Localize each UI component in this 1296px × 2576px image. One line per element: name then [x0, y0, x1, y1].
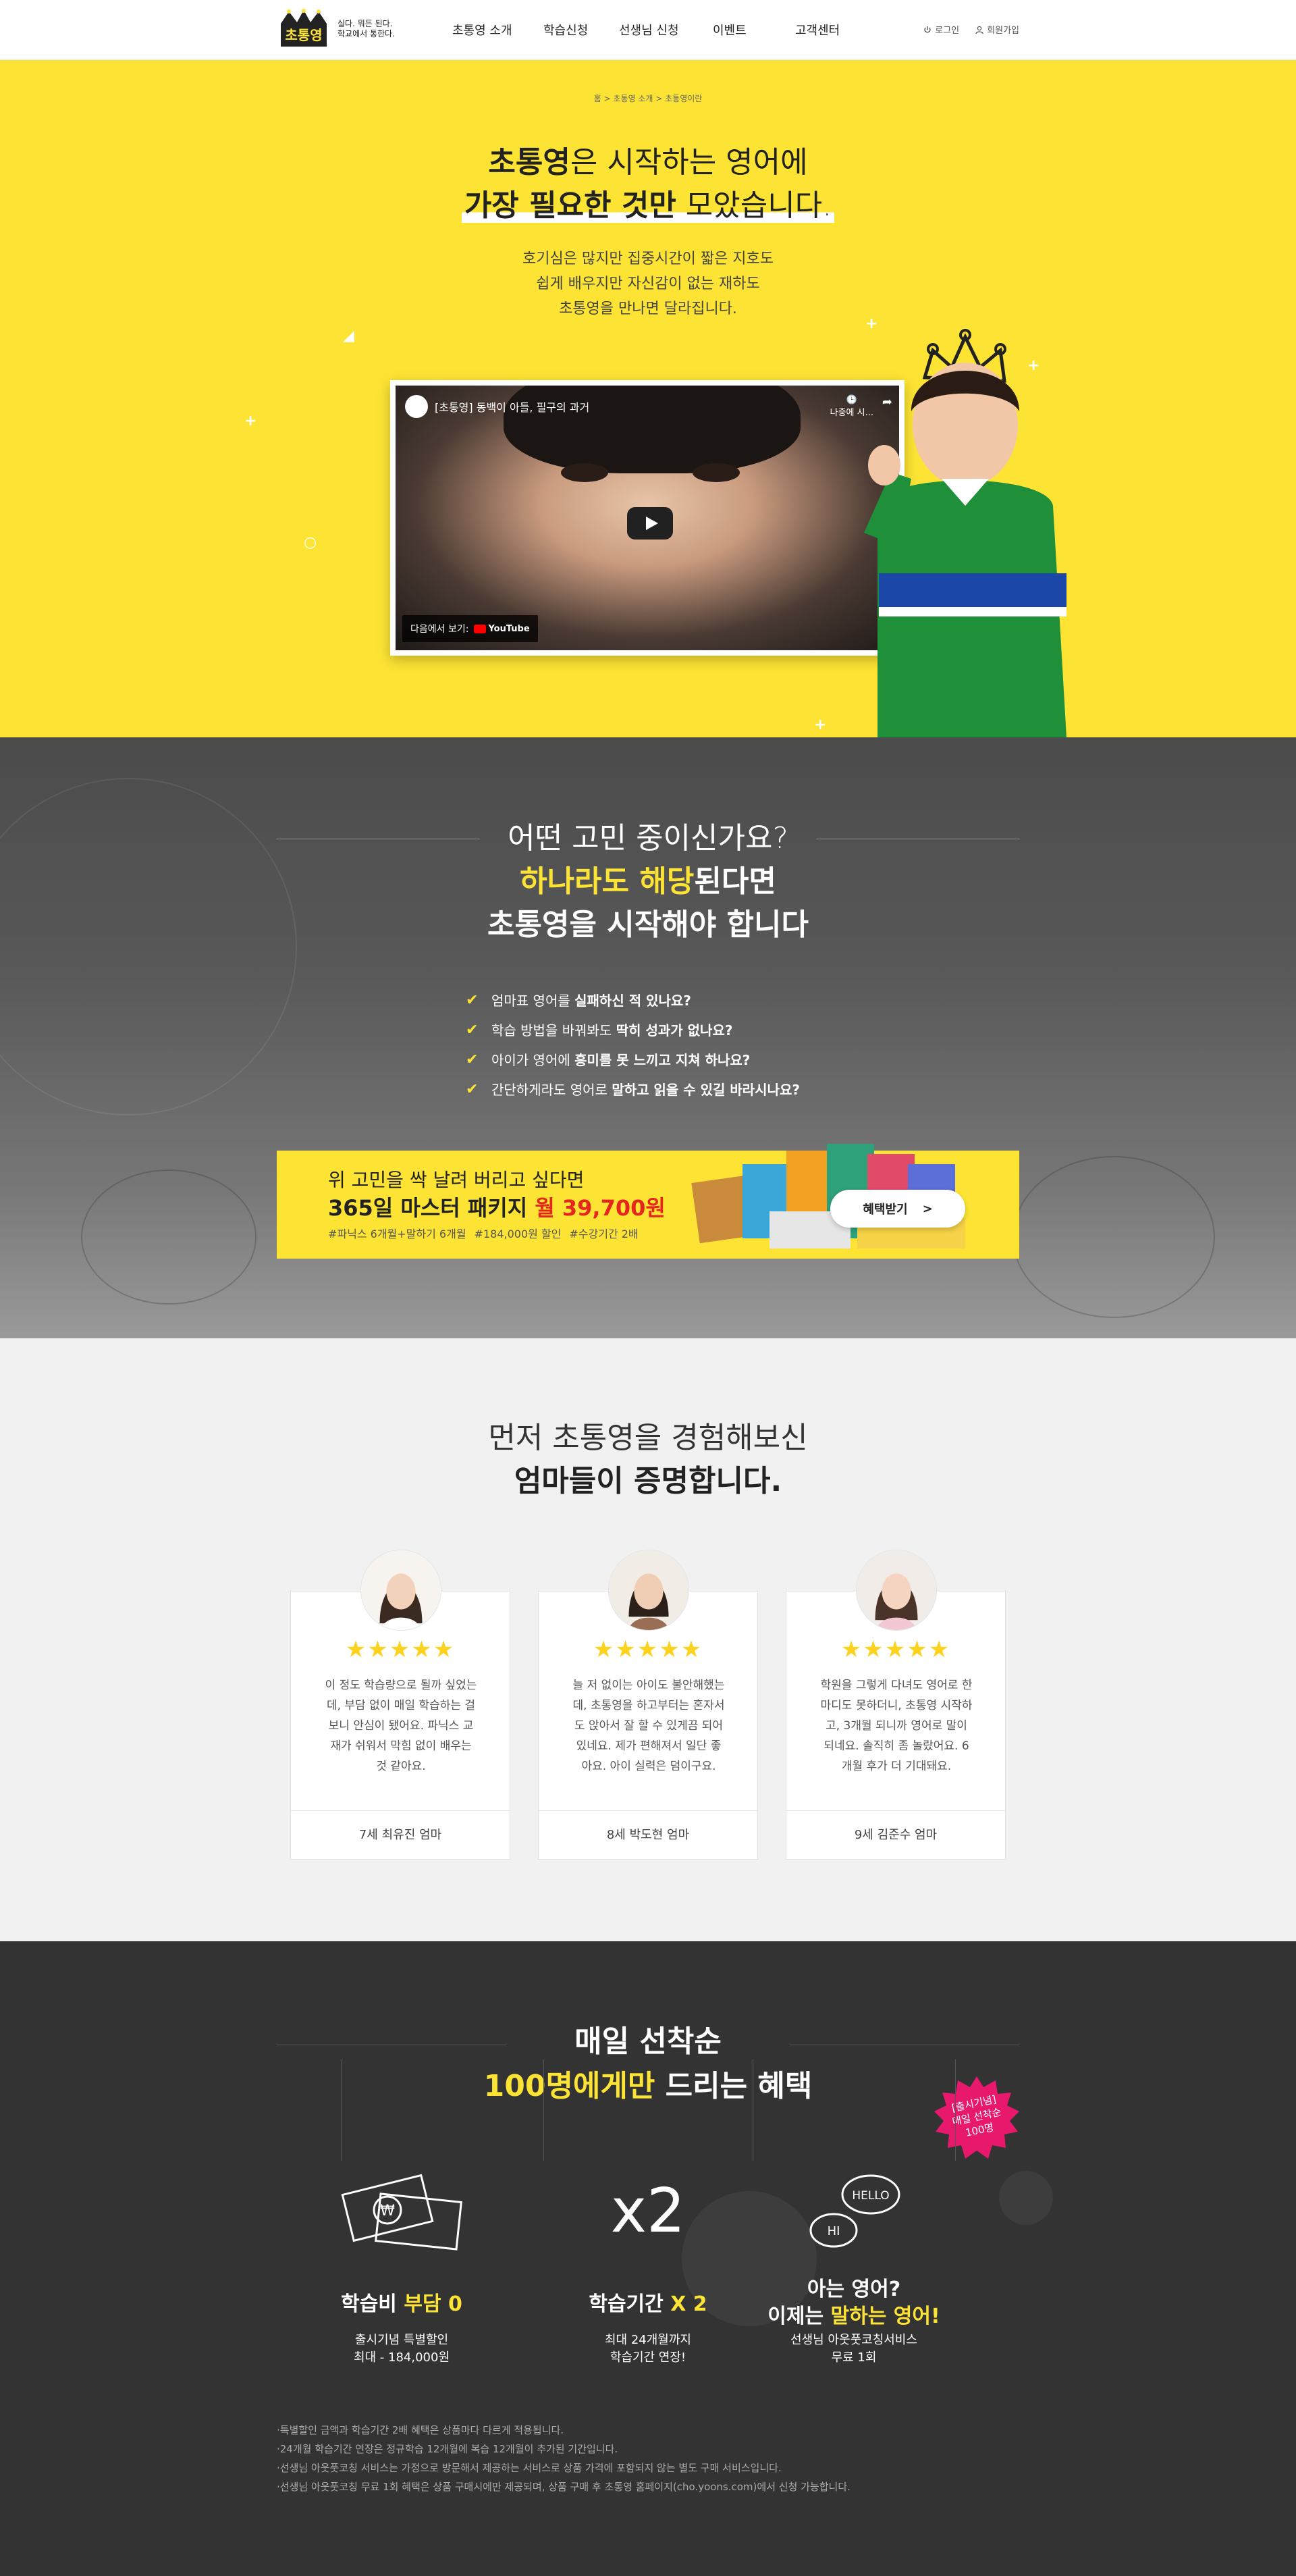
triangle-deco-icon: ◢ — [343, 327, 354, 344]
promo-package-price: 365일 마스터 패키지 월 39,700원 — [328, 1195, 666, 1221]
hero-description: 호기심은 많지만 집중시간이 짧은 지호도 쉽게 배우지만 자신감이 없는 재하… — [522, 251, 774, 317]
benefit-title: 아는 영어? 이제는 말하는 영어! — [767, 2278, 940, 2328]
check-icon: ✔ — [466, 1051, 479, 1068]
video-title[interactable]: [초통영] 동백이 아들, 필구의 과거 — [435, 398, 589, 415]
nav-teacher[interactable]: 선생님 신청 — [619, 21, 679, 38]
avatar — [856, 1550, 937, 1631]
event-title: 매일 선착순 100명에게만 드리는 혜택 — [483, 2024, 813, 2103]
power-icon — [924, 26, 931, 33]
review-author: 8세 박도현 엄마 — [539, 1810, 757, 1859]
breadcrumb-intro[interactable]: 초통영 소개 — [613, 94, 653, 103]
play-button[interactable] — [627, 507, 673, 540]
svg-text:₩: ₩ — [380, 2203, 395, 2219]
problems-title: 어떤 고민 중이신가요? 하나라도 해당된다면 초통영을 시작해야 합니다 — [487, 821, 809, 942]
review-author: 7세 최유진 엄마 — [291, 1810, 510, 1859]
reviews-title: 먼저 초통영을 경험해보신 엄마들이 증명합니다. — [488, 1421, 808, 1498]
package-promo-banner: 위 고민을 싹 날려 버리고 싶다면 365일 마스터 패키지 월 39,700… — [277, 1144, 1019, 1259]
benefit-item: ₩ 학습비 부담 0 출시기념 특별할인 최대 - 184,000원 — [297, 2171, 506, 2365]
x2-icon: x2 — [610, 2176, 686, 2246]
avatar — [608, 1550, 689, 1631]
logo-tagline: 실다. 뭐든 된다. 학교에서 통한다. — [338, 19, 395, 38]
rating-stars: ★★★★★ — [840, 1636, 951, 1663]
nav-support[interactable]: 고객센터 — [795, 21, 840, 38]
benefit-separator — [543, 2059, 544, 2161]
svg-text:HELLO: HELLO — [852, 2189, 889, 2203]
user-utility: 로그인 회원가입 — [923, 23, 1019, 36]
site-header: 초통영 실다. 뭐든 된다. 학교에서 통한다. 초통영 소개 학습신청 선생님… — [0, 0, 1296, 59]
speech-bubbles-icon: HELLO HI — [809, 2174, 900, 2248]
get-benefit-button[interactable]: 혜택받기 > — [830, 1190, 965, 1228]
benefit-desc: 출시기념 특별할인 최대 - 184,000원 — [353, 2333, 450, 2365]
benefit-separator — [341, 2059, 342, 2161]
breadcrumb-current: 초통영이란 — [665, 94, 703, 103]
nav-apply[interactable]: 학습신청 — [543, 21, 588, 38]
hero-section: 홈 > 초통영 소개 > 초통영이란 초통영은 시작하는 영어에 가장 필요한 … — [0, 60, 1296, 737]
sparkle-icon: + — [244, 413, 257, 429]
signup-link[interactable]: 회원가입 — [975, 23, 1019, 36]
list-item: ✔ 학습 방법을 바꿔봐도 딱히 성과가 없나요? — [466, 1016, 800, 1045]
thumbnail-eye — [561, 463, 608, 482]
logo-text: 초통영 — [285, 27, 322, 43]
benefit-item: HELLO HI 아는 영어? 이제는 말하는 영어! 선생님 아웃풋코칭서비스… — [749, 2171, 959, 2365]
rating-stars: ★★★★★ — [345, 1636, 456, 1663]
nav-intro[interactable]: 초통영 소개 — [452, 21, 512, 38]
list-item: ✔ 간단하게라도 영어로 말하고 읽을 수 있길 바라시나요? — [466, 1075, 800, 1105]
nav-event[interactable]: 이벤트 — [713, 21, 747, 38]
benefit-separator — [955, 2059, 956, 2161]
problems-section: 어떤 고민 중이신가요? 하나라도 해당된다면 초통영을 시작해야 합니다 ✔ 엄… — [0, 737, 1296, 1338]
check-icon: ✔ — [466, 992, 479, 1009]
hero-title: 초통영은 시작하는 영어에 가장 필요한 것만 모았습니다. — [0, 141, 1296, 228]
promo-headline: 위 고민을 싹 날려 버리고 싶다면 — [328, 1169, 585, 1191]
benefit-desc: 선생님 아웃풋코칭서비스 무료 1회 — [790, 2333, 917, 2365]
money-bills-icon: ₩ — [341, 2174, 462, 2251]
check-icon: ✔ — [466, 1081, 479, 1098]
review-card: ★★★★★ 이 정도 학습량으로 될까 싶었는데, 부담 없이 매일 학습하는 … — [290, 1550, 510, 1860]
benefit-desc: 최대 24개월까지 학습기간 연장! — [605, 2333, 691, 2365]
review-author: 9세 김준수 엄마 — [786, 1810, 1005, 1859]
breadcrumb-home[interactable]: 홈 — [594, 94, 601, 103]
breadcrumb: 홈 > 초통영 소개 > 초통영이란 — [0, 93, 1296, 104]
rating-stars: ★★★★★ — [593, 1636, 703, 1663]
login-link[interactable]: 로그인 — [923, 23, 959, 36]
chevron-right-icon: > — [922, 1201, 933, 1216]
logo[interactable]: 초통영 실다. 뭐든 된다. 학교에서 통한다. — [277, 7, 412, 51]
review-card: ★★★★★ 학원을 그렇게 다녀도 영어로 한마디도 못하더니, 초통영 시작하… — [786, 1550, 1006, 1860]
problem-checklist: ✔ 엄마표 영어를 실패하신 적 있나요? ✔ 학습 방법을 바꿔봐도 딱히 성과가… — [466, 986, 800, 1105]
benefit-title: 학습비 부담 0 — [341, 2292, 462, 2316]
event-benefits-section: 매일 선착순 100명에게만 드리는 혜택 [출시기념] 매일 선착순 100명… — [0, 1941, 1296, 2576]
doodle-deco — [81, 1169, 256, 1305]
breadcrumb-separator-icon: > — [655, 94, 666, 103]
review-text: 이 정도 학습량으로 될까 싶었는데, 부담 없이 매일 학습하는 걸보니 안심… — [325, 1679, 477, 1773]
avatar — [360, 1550, 441, 1631]
review-text: 늘 저 없이는 아이도 불안해했는데, 초통영을 하고부터는 혼자서도 앉아서 … — [572, 1679, 725, 1773]
event-notes: ·특별할인 금액과 학습기간 2배 혜택은 상품마다 다르게 적용됩니다. ·2… — [277, 2424, 850, 2493]
list-item: ✔ 엄마표 영어를 실패하신 적 있나요? — [466, 986, 800, 1016]
kid-with-crown-illustration — [864, 329, 1066, 737]
review-card: ★★★★★ 늘 저 없이는 아이도 불안해했는데, 초통영을 하고부터는 혼자서… — [538, 1550, 758, 1860]
crown-bg-deco — [999, 2171, 1053, 2225]
benefit-item: x2 학습기간 X 2 최대 24개월까지 학습기간 연장! — [543, 2171, 753, 2365]
circle-deco-icon: ○ — [304, 534, 317, 551]
list-item: ✔ 아이가 영어에 흥미를 못 느끼고 지쳐 하나요? — [466, 1045, 800, 1075]
youtube-logo-icon: YouTube — [474, 624, 530, 634]
user-icon — [975, 26, 983, 34]
review-text: 학원을 그렇게 다녀도 영어로 한마디도 못하더니, 초통영 시작하고, 3개월… — [820, 1679, 973, 1773]
watch-on-youtube[interactable]: 다음에서 보기: YouTube — [402, 615, 538, 642]
benefit-title: 학습기간 X 2 — [589, 2292, 707, 2316]
check-icon: ✔ — [466, 1022, 479, 1039]
thumbnail-eye — [693, 463, 740, 482]
svg-text:HI: HI — [828, 2224, 840, 2238]
channel-avatar[interactable] — [405, 395, 428, 418]
reviews-section: 먼저 초통영을 경험해보신 엄마들이 증명합니다. ★★★★★ 이 정도 학습량… — [0, 1338, 1296, 1941]
logo-crown-badge: 초통영 — [281, 9, 327, 47]
doodle-deco — [1013, 1156, 1215, 1318]
breadcrumb-separator-icon: > — [603, 94, 614, 103]
promo-tags: #파닉스 6개월+말하기 6개월 #184,000원 할인 #수강기간 2배 — [328, 1228, 639, 1240]
